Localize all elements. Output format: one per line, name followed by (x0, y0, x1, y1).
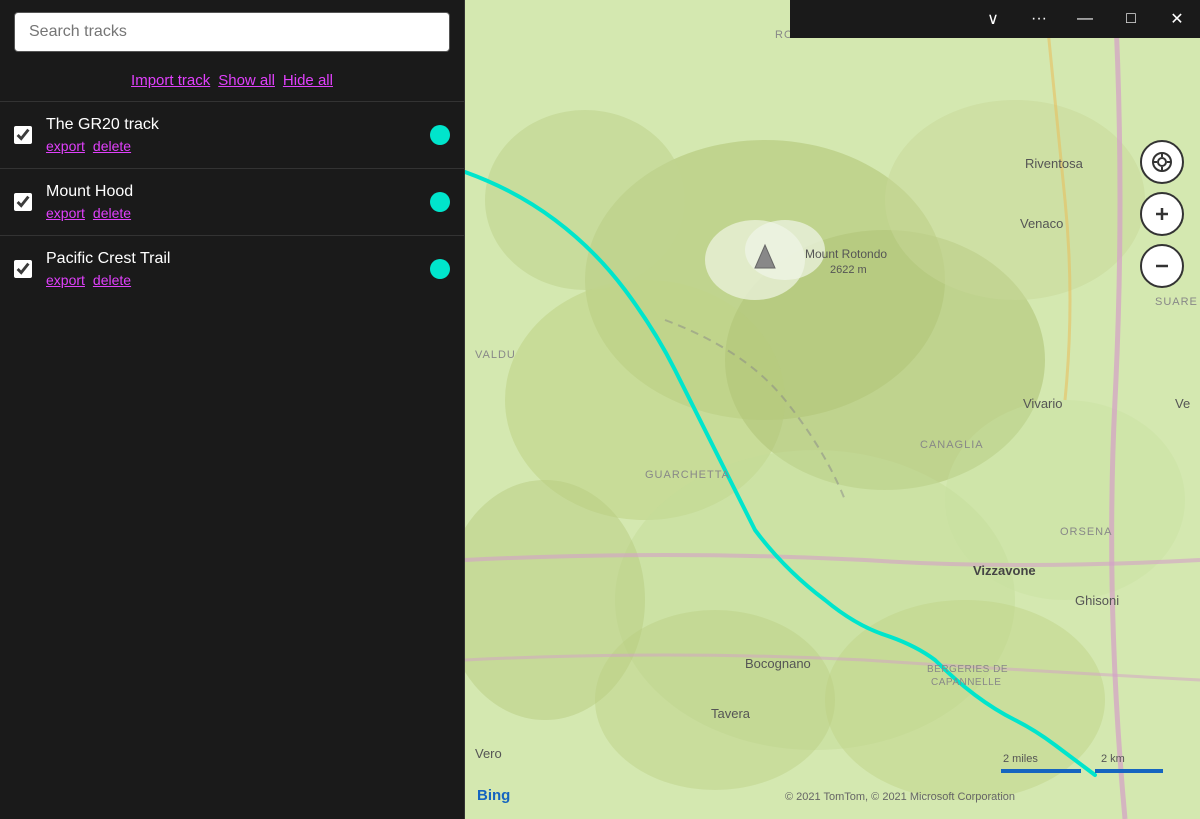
svg-text:BERGERIES DE: BERGERIES DE (927, 664, 1008, 675)
track-checkbox[interactable] (14, 193, 32, 211)
map-svg: ROSSOLINO PORETTO Riventosa Venaco Mount… (465, 0, 1200, 819)
search-input[interactable] (14, 12, 450, 52)
svg-text:Vizzavone: Vizzavone (973, 563, 1036, 578)
track-export-button[interactable]: export (46, 272, 85, 288)
track-delete-button[interactable]: delete (93, 205, 131, 221)
svg-text:Venaco: Venaco (1020, 216, 1063, 231)
track-export-button[interactable]: export (46, 205, 85, 221)
svg-text:GUARCHETTA: GUARCHETTA (645, 469, 730, 481)
left-panel: Import track Show all Hide all The GR20 … (0, 0, 465, 819)
track-color-dot (430, 125, 450, 145)
close-button[interactable]: ✕ (1154, 0, 1200, 38)
show-all-button[interactable]: Show all (218, 72, 275, 89)
maximize-button[interactable]: □ (1108, 0, 1154, 38)
map-background: ROSSOLINO PORETTO Riventosa Venaco Mount… (465, 0, 1200, 819)
track-item: Pacific Crest Trail export delete (0, 235, 464, 302)
track-color-dot (430, 192, 450, 212)
track-delete-button[interactable]: delete (93, 138, 131, 154)
chevron-down-button[interactable]: ∨ (970, 0, 1016, 38)
map-controls (1140, 140, 1184, 288)
svg-text:Bocognano: Bocognano (745, 656, 811, 671)
track-actions: export delete (46, 138, 420, 154)
svg-text:Vero: Vero (475, 746, 502, 761)
track-actions: export delete (46, 205, 420, 221)
search-container (0, 0, 464, 64)
location-button[interactable] (1140, 140, 1184, 184)
track-checkbox[interactable] (14, 260, 32, 278)
svg-text:Tavera: Tavera (711, 706, 751, 721)
track-info: Pacific Crest Trail export delete (46, 250, 420, 288)
location-icon (1151, 151, 1173, 173)
track-delete-button[interactable]: delete (93, 272, 131, 288)
minus-icon (1152, 256, 1172, 276)
import-track-button[interactable]: Import track (131, 72, 210, 89)
plus-icon (1152, 204, 1172, 224)
minimize-button[interactable]: — (1062, 0, 1108, 38)
svg-text:2 miles: 2 miles (1003, 753, 1038, 765)
tracks-list: The GR20 track export delete Mount Hood expo… (0, 101, 464, 302)
svg-text:Bing: Bing (477, 787, 510, 804)
track-color-dot (430, 259, 450, 279)
svg-text:CANAGLIA: CANAGLIA (920, 439, 984, 451)
svg-text:Ve: Ve (1175, 396, 1190, 411)
svg-text:SUARE: SUARE (1155, 296, 1198, 308)
svg-text:Mount Rotondo: Mount Rotondo (805, 247, 887, 261)
svg-text:Riventosa: Riventosa (1025, 156, 1084, 171)
more-options-button[interactable]: ··· (1016, 0, 1062, 38)
track-item: Mount Hood export delete (0, 168, 464, 235)
svg-text:CAPANNELLE: CAPANNELLE (931, 677, 1001, 688)
svg-text:ORSENA: ORSENA (1060, 526, 1112, 538)
map-panel: ∨ ··· — □ ✕ (465, 0, 1200, 819)
zoom-in-button[interactable] (1140, 192, 1184, 236)
title-bar: ∨ ··· — □ ✕ (790, 0, 1200, 38)
svg-text:© 2021 TomTom, © 2021 Microsof: © 2021 TomTom, © 2021 Microsoft Corporat… (785, 791, 1015, 803)
svg-text:Ghisoni: Ghisoni (1075, 593, 1119, 608)
track-checkbox[interactable] (14, 126, 32, 144)
hide-all-button[interactable]: Hide all (283, 72, 333, 89)
track-item: The GR20 track export delete (0, 101, 464, 168)
zoom-out-button[interactable] (1140, 244, 1184, 288)
track-name: The GR20 track (46, 116, 420, 134)
track-info: The GR20 track export delete (46, 116, 420, 154)
track-info: Mount Hood export delete (46, 183, 420, 221)
track-name: Pacific Crest Trail (46, 250, 420, 268)
action-bar: Import track Show all Hide all (0, 64, 464, 101)
track-name: Mount Hood (46, 183, 420, 201)
svg-text:2622 m: 2622 m (830, 264, 867, 276)
track-actions: export delete (46, 272, 420, 288)
svg-text:VALDU: VALDU (475, 349, 516, 361)
svg-text:2 km: 2 km (1101, 753, 1125, 765)
track-export-button[interactable]: export (46, 138, 85, 154)
svg-text:Vivario: Vivario (1023, 396, 1063, 411)
